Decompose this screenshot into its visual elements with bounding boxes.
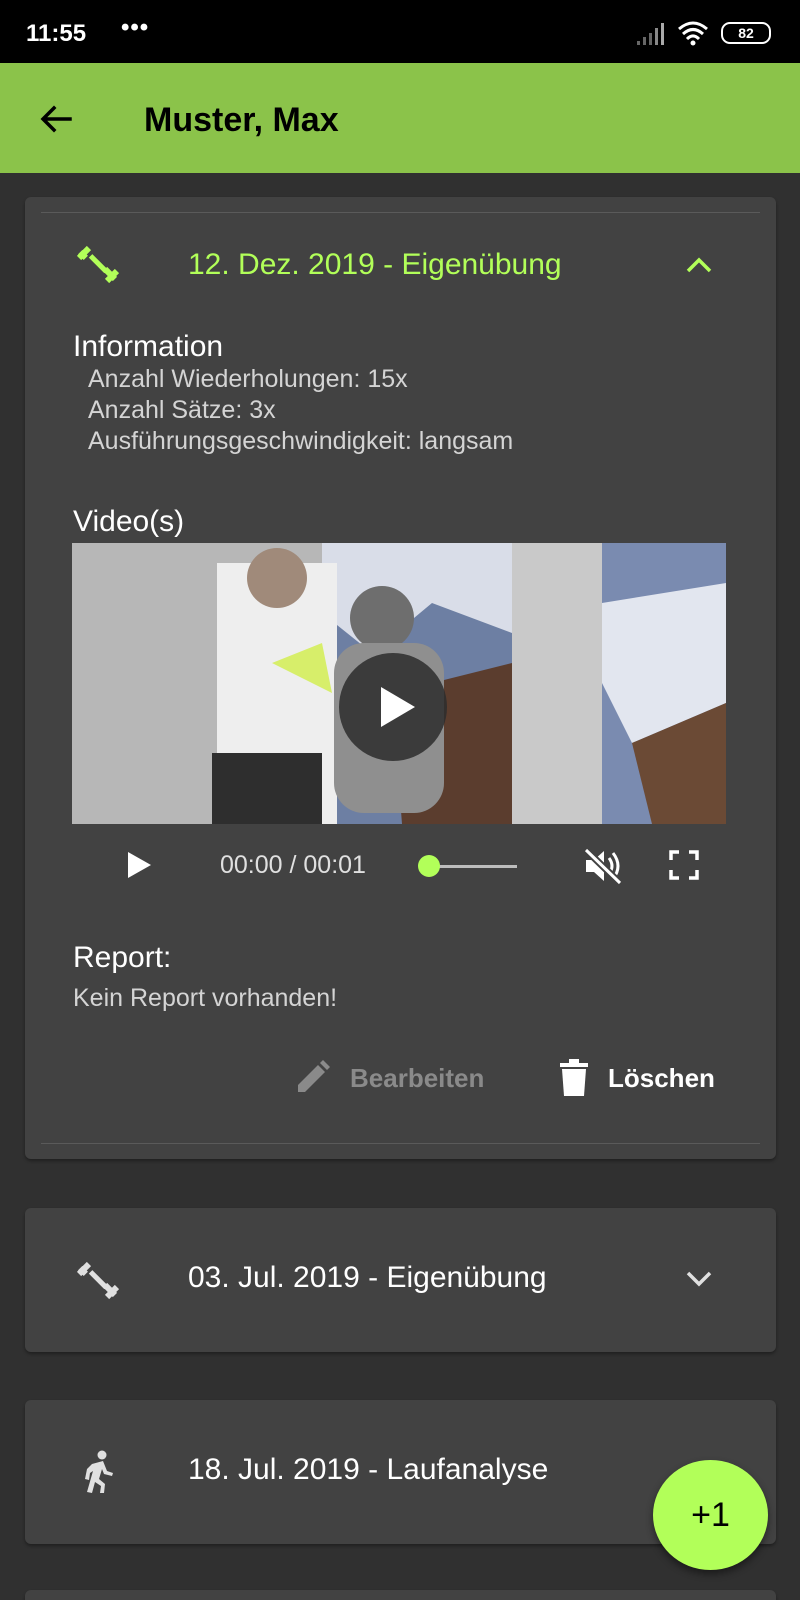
divider [41,1143,760,1144]
fullscreen-icon[interactable] [668,849,700,881]
video-controls: 00:00 / 00:01 [72,835,726,895]
battery-icon: 82 [721,22,771,44]
video-time: 00:00 / 00:01 [220,851,366,879]
video-player[interactable] [72,543,726,824]
back-arrow-icon[interactable] [36,99,76,139]
running-person-icon [85,1450,113,1493]
dumbbell-icon [76,245,120,284]
video-progress-thumb[interactable] [418,855,440,877]
pencil-icon [298,1060,330,1092]
edit-button-label: Bearbeiten [350,1062,485,1093]
status-time: 11:55 [26,20,87,47]
entry-card[interactable]: 03. Jul. 2019 - Eigenübung [25,1208,776,1352]
volume-muted-icon[interactable] [582,847,624,885]
info-sets: Anzahl Sätze: 3x [88,396,276,424]
chevron-down-icon[interactable] [684,1269,714,1289]
wifi-icon [678,21,708,46]
app-bar: Muster, Max [0,63,800,173]
videos-heading: Video(s) [73,505,185,538]
dumbbell-icon [76,1261,120,1300]
trash-icon [560,1059,588,1096]
battery-level: 82 [738,25,754,41]
play-icon[interactable] [124,849,154,881]
info-repetitions: Anzahl Wiederholungen: 15x [88,365,408,393]
info-speed: Ausführungsgeschwindigkeit: langsam [88,427,514,455]
chevron-up-icon[interactable] [684,254,714,274]
page-title: Muster, Max [144,101,339,139]
entry-title: 18. Jul. 2019 - Laufanalyse [188,1453,549,1486]
delete-button[interactable]: Löschen [558,1052,715,1104]
play-overlay-button[interactable] [339,653,447,761]
video-progress-track[interactable] [427,865,517,868]
report-heading: Report: [73,941,172,974]
entry-card[interactable] [25,1590,776,1600]
delete-button-label: Löschen [608,1062,715,1093]
play-icon [381,687,415,727]
report-text: Kein Report vorhanden! [73,984,338,1012]
add-entry-fab[interactable]: +1 [653,1460,768,1570]
signal-icon [637,23,664,45]
divider [41,212,760,213]
edit-button[interactable]: Bearbeiten [292,1052,484,1104]
status-more-dots: ••• [121,14,150,41]
entry-title: 03. Jul. 2019 - Eigenübung [188,1261,547,1294]
entry-card-expanded: 12. Dez. 2019 - Eigenübung Information A… [25,197,776,1159]
status-bar: 11:55 ••• 82 [0,0,800,63]
entry-title: 12. Dez. 2019 - Eigenübung [188,248,562,281]
information-heading: Information [73,330,224,363]
